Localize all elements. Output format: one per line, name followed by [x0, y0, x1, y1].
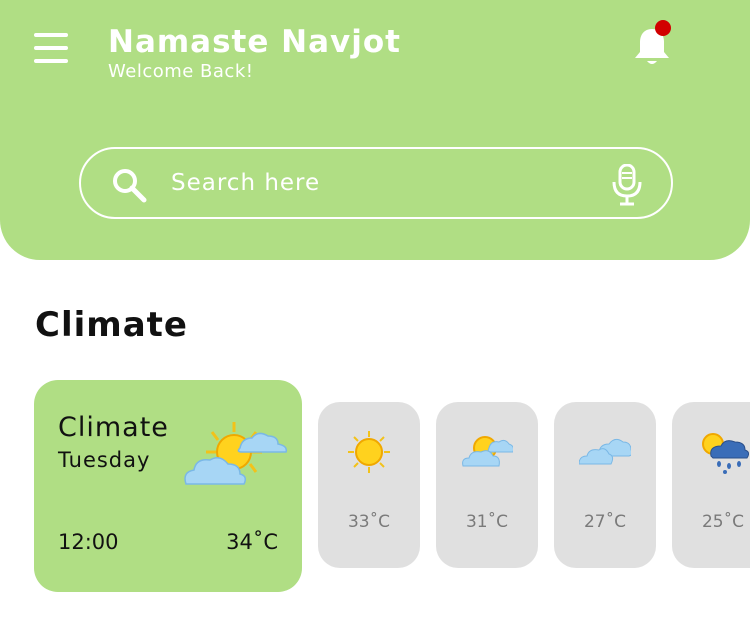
greeting-subtitle: Welcome Back!: [108, 61, 254, 82]
card-title: Climate: [58, 412, 169, 443]
greeting-title: Namaste Navjot: [108, 24, 401, 60]
rain-icon: [702, 433, 749, 474]
forecast-card[interactable]: 33˚C: [318, 402, 420, 568]
card-time: 12:00: [58, 530, 119, 554]
partly-cloudy-icon: [462, 436, 513, 467]
search-bar[interactable]: [79, 147, 673, 219]
section-title: Climate: [35, 305, 188, 345]
header: Namaste Navjot Welcome Back!: [0, 0, 750, 260]
notification-badge: [655, 20, 671, 36]
forecast-card[interactable]: 25˚C: [672, 402, 750, 568]
forecast-card[interactable]: 31˚C: [436, 402, 538, 568]
forecast-temperature: 25˚C: [701, 512, 744, 532]
card-temperature: 34˚C: [226, 530, 278, 554]
forecast-temperature: 27˚C: [583, 512, 626, 532]
cloudy-icon: [579, 438, 631, 465]
search-input[interactable]: [171, 163, 591, 203]
forecast-card[interactable]: 27˚C: [554, 402, 656, 568]
main-weather-card[interactable]: Climate Tuesday 12:00 34˚C: [34, 380, 302, 592]
greeting: Namaste Navjot Welcome Back!: [108, 22, 401, 82]
sun-icon: [348, 431, 390, 473]
forecast-temperature: 31˚C: [465, 512, 508, 532]
partly-cloudy-sun-icon: [184, 422, 288, 485]
card-day: Tuesday: [58, 448, 151, 472]
microphone-icon[interactable]: [611, 164, 643, 206]
search-icon[interactable]: [111, 167, 147, 203]
forecast-temperature: 33˚C: [347, 512, 390, 532]
menu-icon[interactable]: [34, 33, 68, 63]
